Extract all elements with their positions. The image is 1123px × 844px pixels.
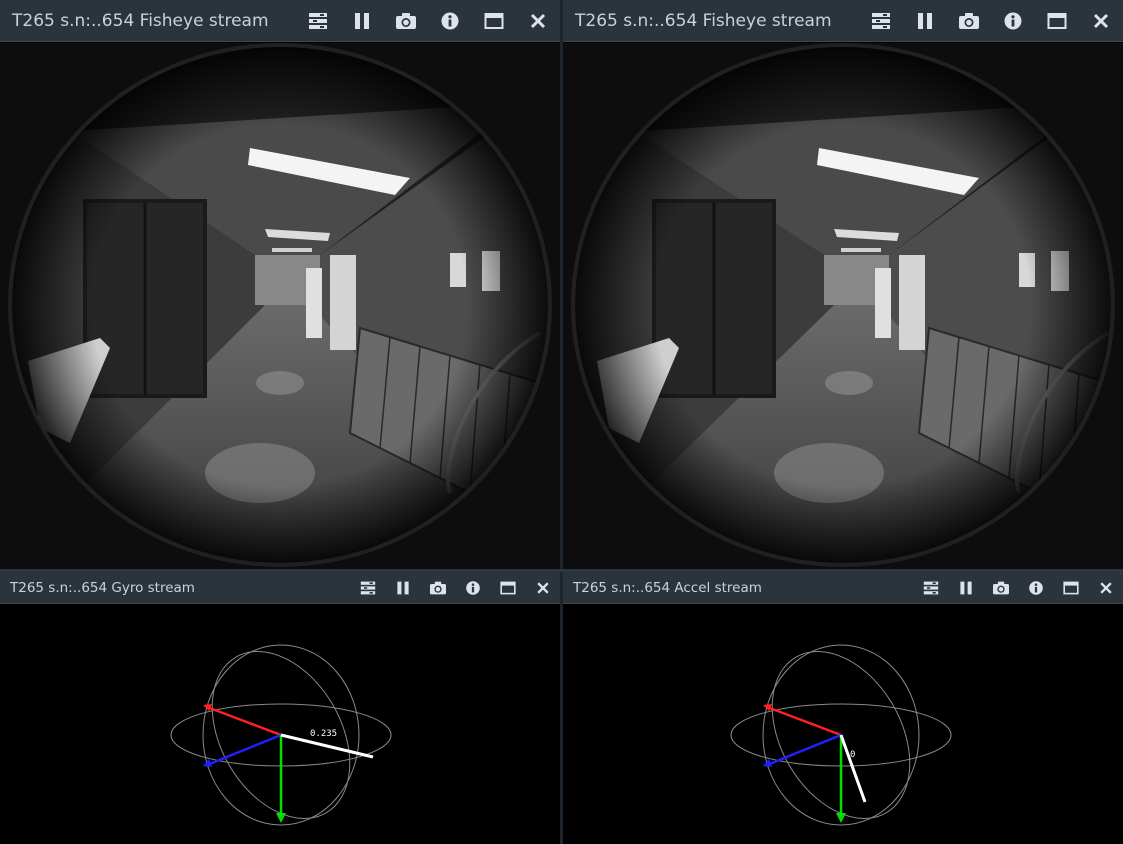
maximize-button[interactable] — [1053, 572, 1088, 604]
info-icon — [465, 580, 480, 595]
x-axis-arrow — [766, 705, 842, 737]
x-axis-arrow — [206, 705, 282, 737]
info-icon — [1004, 12, 1022, 30]
panel-divider-horizontal — [0, 569, 1123, 572]
panel-title: T265 s.n:..654 Accel stream — [573, 579, 762, 596]
panel-title: T265 s.n:..654 Gyro stream — [10, 579, 195, 596]
close-icon — [536, 581, 549, 594]
maximize-button[interactable] — [472, 0, 516, 42]
camera-icon — [992, 580, 1010, 594]
pause-icon — [353, 12, 371, 30]
options-button[interactable] — [913, 572, 948, 604]
fisheye-left-titlebar: T265 s.n:..654 Fisheye stream — [0, 0, 560, 42]
close-icon — [530, 13, 546, 29]
accel-panel: T265 s.n:..654 Accel stream 0 — [563, 572, 1123, 844]
maximize-button[interactable] — [1035, 0, 1079, 42]
camera-icon — [958, 12, 980, 30]
close-icon — [1093, 13, 1109, 29]
panel-title: T265 s.n:..654 Fisheye stream — [575, 10, 832, 31]
pause-icon — [395, 580, 409, 594]
panel-divider-vertical — [560, 0, 563, 844]
info-button[interactable] — [991, 0, 1035, 42]
close-button[interactable] — [516, 0, 560, 42]
panel-toolbar — [859, 0, 1123, 42]
accel-vector — [839, 734, 867, 803]
info-icon — [441, 12, 459, 30]
camera-button[interactable] — [983, 572, 1018, 604]
fisheye-left-image — [0, 43, 560, 569]
options-icon — [871, 12, 891, 30]
maximize-icon — [484, 12, 504, 30]
info-icon — [1028, 580, 1043, 595]
fisheye-right-image — [563, 43, 1123, 569]
maximize-icon — [1047, 12, 1067, 30]
options-icon — [360, 580, 376, 594]
camera-button[interactable] — [947, 0, 991, 42]
gyro-visualization: 0.235 — [0, 605, 560, 844]
options-icon — [308, 12, 328, 30]
pause-button[interactable] — [903, 0, 947, 42]
info-button[interactable] — [455, 572, 490, 604]
pause-icon — [958, 580, 972, 594]
close-button[interactable] — [525, 572, 560, 604]
maximize-button[interactable] — [490, 572, 525, 604]
gyro-value-label: 0.235 — [310, 729, 337, 739]
options-button[interactable] — [296, 0, 340, 42]
pause-icon — [916, 12, 934, 30]
accel-titlebar: T265 s.n:..654 Accel stream — [563, 572, 1123, 604]
camera-button[interactable] — [384, 0, 428, 42]
fisheye-left-panel: T265 s.n:..654 Fisheye stream — [0, 0, 560, 569]
options-icon — [923, 580, 939, 594]
options-button[interactable] — [859, 0, 903, 42]
y-axis-arrowhead — [836, 813, 846, 823]
maximize-icon — [499, 580, 516, 594]
gyro-titlebar: T265 s.n:..654 Gyro stream — [0, 572, 560, 604]
info-button[interactable] — [428, 0, 472, 42]
panel-toolbar — [350, 572, 560, 604]
z-axis-arrow — [206, 733, 282, 767]
accel-value-label: 0 — [850, 750, 855, 760]
info-button[interactable] — [1018, 572, 1053, 604]
camera-icon — [429, 580, 447, 594]
options-button[interactable] — [350, 572, 385, 604]
pause-button[interactable] — [385, 572, 420, 604]
panel-toolbar — [296, 0, 560, 42]
accel-visualization: 0 — [563, 605, 1123, 844]
fisheye-right-panel: T265 s.n:..654 Fisheye stream — [563, 0, 1123, 569]
maximize-icon — [1062, 580, 1079, 594]
fisheye-right-titlebar: T265 s.n:..654 Fisheye stream — [563, 0, 1123, 42]
close-button[interactable] — [1079, 0, 1123, 42]
panel-toolbar — [913, 572, 1123, 604]
camera-icon — [395, 12, 417, 30]
panel-title: T265 s.n:..654 Fisheye stream — [12, 10, 269, 31]
y-axis-arrowhead — [276, 813, 286, 823]
pause-button[interactable] — [340, 0, 384, 42]
gyro-panel: T265 s.n:..654 Gyro stream 0.235 — [0, 572, 560, 844]
z-axis-arrow — [766, 733, 842, 767]
close-icon — [1099, 581, 1112, 594]
camera-button[interactable] — [420, 572, 455, 604]
pause-button[interactable] — [948, 572, 983, 604]
close-button[interactable] — [1088, 572, 1123, 604]
